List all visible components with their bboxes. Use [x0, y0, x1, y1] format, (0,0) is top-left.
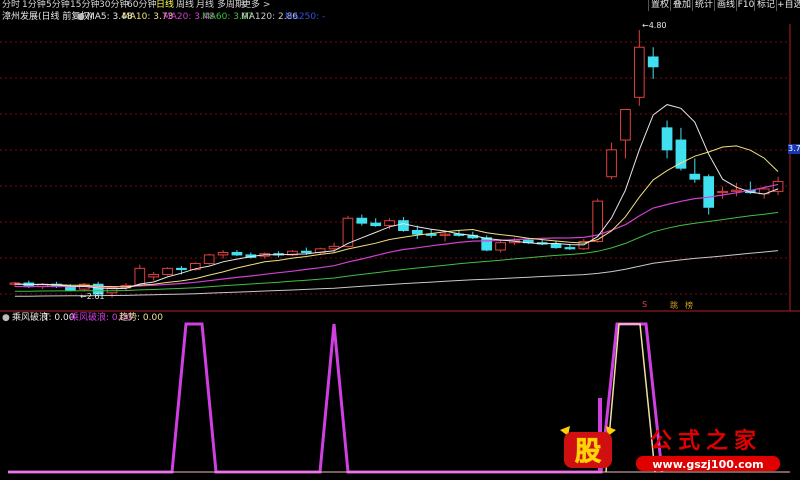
candle-body — [633, 46, 645, 98]
candle-body — [564, 247, 576, 250]
indicator-trend-value: 趋势: 0.00 — [119, 313, 163, 323]
candle-body — [411, 229, 423, 235]
svg-text:www.gszj100.com: www.gszj100.com — [652, 458, 763, 471]
indicator-settings-icon[interactable]: ● — [2, 313, 10, 323]
high-arrow-icon: ← — [642, 21, 649, 30]
candle-body — [370, 222, 382, 227]
candle-body — [439, 233, 451, 236]
candle-body — [675, 139, 687, 169]
indicator-name[interactable]: 乘风破浪 — [12, 313, 48, 323]
signal-mark-jump: 跳 — [670, 301, 678, 310]
candle-body — [481, 237, 493, 251]
high-price-label: ←4.80 — [642, 21, 667, 30]
candle-body — [300, 250, 312, 253]
candle-body — [134, 267, 146, 286]
watermark: 股 公式之家 www.gszj100.com — [556, 422, 800, 477]
candle-body — [162, 267, 173, 275]
indicator-line — [8, 322, 560, 474]
candle-body — [65, 286, 76, 291]
candle-body — [203, 254, 215, 264]
high-value: 4.80 — [648, 21, 667, 30]
candle-body — [398, 220, 409, 231]
candle-body — [717, 190, 728, 194]
candle-body — [550, 243, 562, 249]
candle-body — [606, 149, 617, 178]
ma20-line — [14, 183, 779, 288]
candle-body — [495, 242, 506, 251]
candle-body — [620, 109, 631, 141]
signal-mark-board: 榜 — [685, 301, 693, 310]
low-arrow-icon: ← — [80, 292, 87, 301]
svg-text:公式之家: 公式之家 — [650, 428, 762, 454]
low-price-label: ←2.61 — [80, 292, 105, 301]
ma120-line — [14, 250, 779, 297]
candle-body — [384, 220, 395, 227]
ma10-line — [14, 145, 779, 288]
candle-body — [661, 127, 673, 151]
price-chart[interactable] — [0, 0, 800, 477]
candle-body — [148, 273, 160, 278]
candle-body — [356, 217, 368, 224]
ma60-line — [14, 211, 779, 292]
candle-body — [647, 56, 659, 68]
candle-body — [176, 267, 187, 271]
candle-body — [231, 251, 243, 256]
candle-body — [217, 251, 229, 256]
current-price-tag: 3.7 — [788, 144, 800, 154]
watermark-logo: 股 公式之家 www.gszj100.com — [560, 426, 780, 471]
svg-text:股: 股 — [575, 437, 601, 467]
candle-body — [731, 189, 742, 192]
signal-mark-s: S — [642, 300, 648, 309]
candle-body — [689, 173, 701, 180]
chart-grid — [0, 24, 791, 311]
candle-body — [703, 176, 715, 208]
low-value: 2.61 — [86, 292, 105, 301]
